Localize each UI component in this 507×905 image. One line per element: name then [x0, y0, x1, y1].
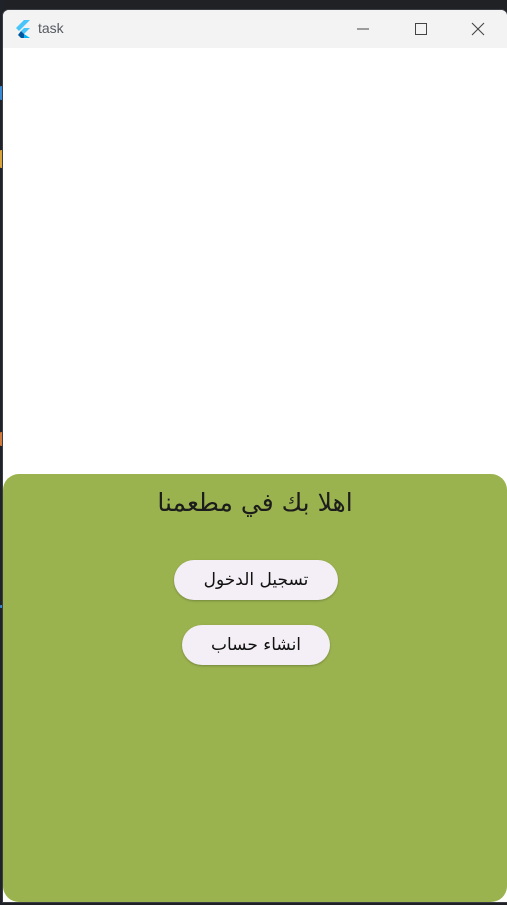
- maximize-button[interactable]: [392, 10, 450, 48]
- create-account-button[interactable]: انشاء حساب: [182, 625, 330, 665]
- title-bar[interactable]: task: [3, 10, 507, 48]
- minimize-button[interactable]: [334, 10, 392, 48]
- minimize-icon: [357, 23, 369, 35]
- window-title: task: [38, 20, 64, 36]
- login-button-label: تسجيل الدخول: [203, 570, 309, 590]
- flutter-logo-icon: [13, 19, 33, 39]
- close-button[interactable]: [449, 10, 507, 48]
- app-content: اهلا بك في مطعمنا تسجيل الدخول انشاء حسا…: [3, 48, 507, 902]
- create-account-button-label: انشاء حساب: [210, 635, 302, 655]
- login-button[interactable]: تسجيل الدخول: [174, 560, 338, 600]
- welcome-sheet: اهلا بك في مطعمنا تسجيل الدخول انشاء حسا…: [3, 474, 507, 902]
- close-icon: [471, 22, 485, 36]
- welcome-heading: اهلا بك في مطعمنا: [157, 488, 353, 517]
- maximize-icon: [415, 23, 427, 35]
- app-window: task اهلا بك في مطعمنا تسجيل الدخول انشا…: [3, 10, 507, 902]
